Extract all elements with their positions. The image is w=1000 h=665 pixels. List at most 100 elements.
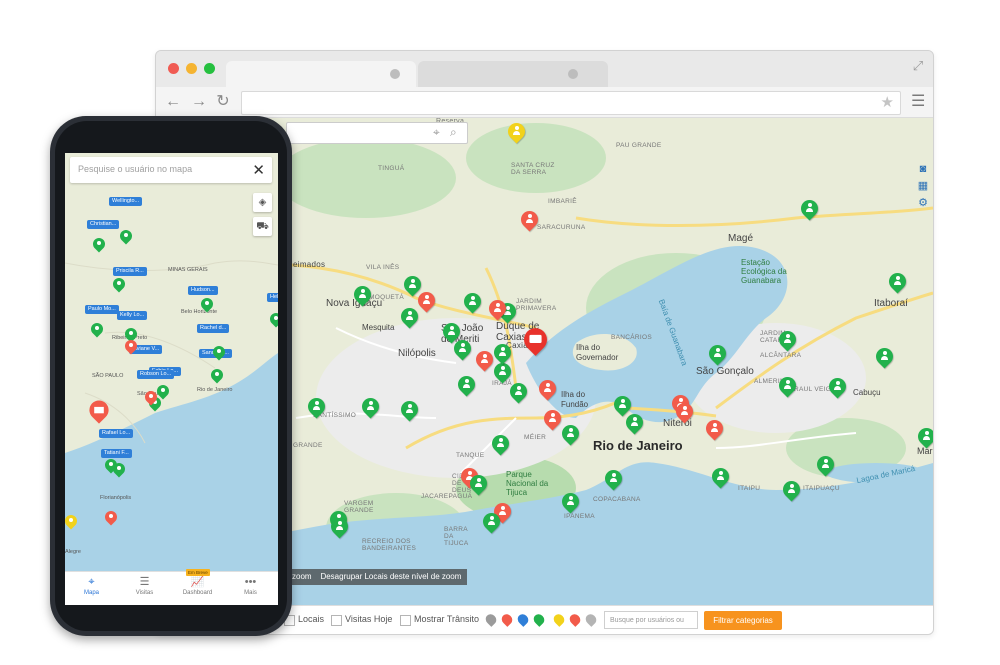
- user-name-tag[interactable]: Robson Lo...: [137, 370, 175, 379]
- user-location-marker[interactable]: [142, 388, 160, 406]
- map-pin-icon[interactable]: ⌖: [433, 125, 440, 140]
- user-location-marker[interactable]: [88, 320, 106, 338]
- tab-dashboard[interactable]: Em Breve 📈 Dashboard: [171, 569, 224, 596]
- user-location-marker[interactable]: [775, 373, 800, 399]
- star-icon[interactable]: ★: [881, 94, 894, 112]
- user-location-marker[interactable]: [414, 288, 439, 314]
- person-yellow-icon[interactable]: [551, 612, 567, 627]
- user-location-marker[interactable]: [797, 196, 822, 222]
- user-location-marker[interactable]: [110, 460, 128, 478]
- user-location-marker[interactable]: [490, 359, 515, 385]
- user-location-marker[interactable]: [304, 394, 329, 420]
- user-location-marker[interactable]: [813, 452, 838, 478]
- user-location-marker[interactable]: [358, 394, 383, 420]
- user-location-marker[interactable]: [779, 477, 804, 503]
- user-name-tag[interactable]: Kelly Lo...: [117, 311, 148, 320]
- user-location-marker[interactable]: [535, 376, 560, 402]
- user-location-marker[interactable]: [540, 406, 565, 432]
- user-name-tag[interactable]: Hudson...: [188, 286, 218, 295]
- user-location-marker[interactable]: [65, 512, 80, 530]
- user-location-marker[interactable]: [466, 471, 491, 497]
- user-name-tag[interactable]: Tatiani F...: [101, 449, 132, 458]
- user-location-marker[interactable]: [885, 269, 910, 295]
- user-location-marker[interactable]: [517, 207, 542, 233]
- user-location-marker[interactable]: [558, 489, 583, 515]
- reload-icon[interactable]: ↻: [214, 93, 232, 111]
- user-search-input[interactable]: Busque por usuários ou lote: [604, 611, 698, 629]
- close-icon[interactable]: ✕: [252, 161, 265, 179]
- user-location-marker[interactable]: [208, 366, 226, 384]
- tab-close-icon[interactable]: [390, 69, 400, 79]
- search-icon[interactable]: ⌕: [450, 125, 457, 140]
- user-location-marker[interactable]: [450, 336, 475, 362]
- phone-search-input[interactable]: Pesquise o usuário no mapa ✕: [70, 157, 272, 183]
- minimize-window-dot[interactable]: [186, 63, 197, 74]
- browser-tab[interactable]: [418, 61, 608, 87]
- user-location-marker[interactable]: [558, 421, 583, 447]
- person-red-icon[interactable]: [567, 612, 583, 627]
- user-location-marker[interactable]: [454, 372, 479, 398]
- user-location-marker[interactable]: [506, 379, 531, 405]
- arrow-left-icon[interactable]: ←: [164, 93, 182, 111]
- tab-close-icon[interactable]: [568, 69, 578, 79]
- car-blue-icon[interactable]: [515, 612, 531, 627]
- user-location-marker[interactable]: [350, 282, 375, 308]
- filter-categories-button[interactable]: Filtrar categorias: [704, 611, 782, 630]
- lock-red-icon[interactable]: [499, 612, 515, 627]
- user-location-marker[interactable]: [122, 337, 140, 355]
- user-location-marker[interactable]: [872, 344, 897, 370]
- user-location-marker[interactable]: [672, 399, 697, 425]
- selected-location-marker[interactable]: [519, 323, 552, 358]
- tab-mais[interactable]: ••• Mais: [224, 575, 277, 596]
- user-location-marker[interactable]: [825, 374, 850, 400]
- user-location-marker[interactable]: [397, 397, 422, 423]
- tab-visitas[interactable]: ☰ Visitas: [118, 575, 171, 596]
- user-name-tag[interactable]: Christian...: [87, 220, 120, 229]
- user-location-marker[interactable]: [708, 464, 733, 490]
- user-location-marker[interactable]: [198, 295, 216, 313]
- user-location-marker[interactable]: [110, 275, 128, 293]
- user-location-marker[interactable]: [504, 119, 529, 145]
- user-location-marker[interactable]: [485, 296, 510, 322]
- user-location-marker[interactable]: [488, 431, 513, 457]
- layers-icon[interactable]: ◈: [253, 193, 272, 212]
- user-location-marker[interactable]: [210, 343, 228, 361]
- user-location-marker[interactable]: [460, 289, 485, 315]
- user-location-marker[interactable]: [601, 466, 626, 492]
- user-location-marker[interactable]: [490, 340, 515, 366]
- arrow-right-icon[interactable]: →: [190, 93, 208, 111]
- phone-screen[interactable]: Pesquise o usuário no mapa ✕ ◈ ⛟ MINAS G…: [65, 153, 278, 605]
- user-name-tag[interactable]: Wellingto...: [109, 197, 143, 206]
- user-name-tag[interactable]: Paulo Mo...: [85, 305, 119, 314]
- car-icon[interactable]: ⛟: [253, 217, 272, 236]
- user-location-marker[interactable]: [479, 509, 504, 535]
- user-location-marker[interactable]: [705, 341, 730, 367]
- pin-gray-icon[interactable]: [483, 612, 499, 627]
- user-location-marker[interactable]: [914, 424, 933, 450]
- user-location-marker[interactable]: [397, 304, 422, 330]
- hamburger-icon[interactable]: ☰: [911, 93, 925, 111]
- visitas-hoje-checkbox[interactable]: [331, 615, 342, 626]
- calendar-icon[interactable]: ▦: [917, 179, 929, 193]
- gear-icon[interactable]: ⚙: [917, 196, 929, 210]
- user-name-tag[interactable]: Rafael Lo...: [99, 429, 134, 438]
- camera-icon[interactable]: ◙: [917, 162, 929, 176]
- browser-tab-active[interactable]: [226, 61, 416, 87]
- maximize-window-dot[interactable]: [204, 63, 215, 74]
- ungroup-zoom-hint[interactable]: zoom Desagrupar Locais deste nível de zo…: [286, 569, 468, 585]
- mostrar-transito-checkbox[interactable]: [400, 615, 411, 626]
- user-location-marker[interactable]: [327, 514, 352, 540]
- url-bar[interactable]: ★: [241, 91, 901, 115]
- user-location-marker[interactable]: [117, 227, 135, 245]
- user-location-marker[interactable]: [702, 416, 727, 442]
- expand-icon[interactable]: ⤢: [911, 59, 925, 73]
- person-gray-icon[interactable]: [583, 612, 599, 627]
- user-name-tag[interactable]: Helon G...: [267, 293, 278, 302]
- user-location-marker[interactable]: [267, 310, 278, 328]
- user-location-marker[interactable]: [472, 347, 497, 373]
- close-window-dot[interactable]: [168, 63, 179, 74]
- user-name-tag[interactable]: Priscila R...: [113, 267, 147, 276]
- user-name-tag[interactable]: Rachel d...: [197, 324, 230, 333]
- tab-mapa[interactable]: ⌖ Mapa: [65, 575, 118, 596]
- person-green-icon[interactable]: [531, 612, 547, 627]
